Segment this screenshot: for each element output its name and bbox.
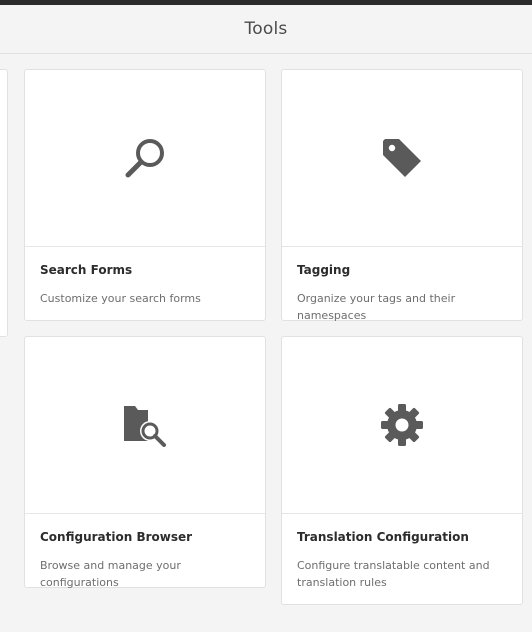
card-thumbnail — [25, 70, 265, 247]
card-thumbnail — [282, 70, 522, 247]
card-description: Organize your tags and their namespaces — [297, 292, 456, 322]
folder-search-icon — [124, 406, 166, 447]
card-title: Translation Configuration — [297, 530, 469, 544]
tag-icon — [383, 139, 421, 177]
card-description: Browse and manage your configurations — [40, 559, 181, 589]
card-description: Configure translatable content and trans… — [297, 559, 490, 589]
card-title: Tagging — [297, 263, 351, 277]
card-translation-configuration[interactable]: Translation Configuration Configure tran… — [281, 336, 523, 605]
partial-card-left[interactable] — [0, 69, 8, 337]
search-icon — [125, 139, 164, 178]
page-title: Tools — [244, 19, 288, 39]
card-search-forms[interactable]: Search Forms Customize your search forms — [24, 69, 266, 321]
page-header: Tools — [0, 5, 532, 54]
card-tagging[interactable]: Tagging Organize your tags and their nam… — [281, 69, 523, 322]
card-title: Configuration Browser — [40, 530, 193, 544]
card-title: Search Forms — [40, 263, 133, 277]
gear-icon — [381, 404, 423, 446]
card-description: Customize your search forms — [40, 292, 201, 305]
card-thumbnail — [282, 337, 522, 514]
card-configuration-browser[interactable]: Configuration Browser Browse and manage … — [24, 336, 266, 589]
card-thumbnail — [25, 337, 265, 514]
